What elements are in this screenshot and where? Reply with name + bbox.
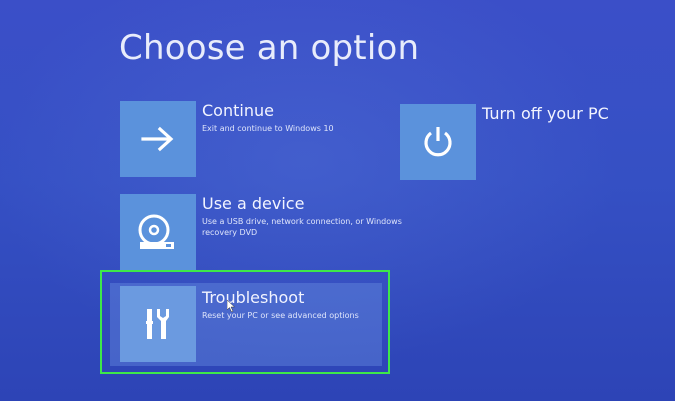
turn-off-pc-tile[interactable] — [400, 104, 476, 180]
disc-drive-icon — [138, 214, 174, 249]
continue-tile[interactable] — [120, 101, 196, 177]
continue-description: Exit and continue to Windows 10 — [202, 124, 334, 133]
mouse-cursor-icon — [227, 300, 235, 312]
use-a-device-option[interactable]: Use a device Use a USB drive, network co… — [120, 194, 402, 270]
troubleshoot-label: Troubleshoot — [202, 288, 305, 307]
continue-option[interactable]: Continue Exit and continue to Windows 10 — [120, 101, 360, 177]
troubleshoot-tile[interactable] — [120, 286, 196, 362]
use-a-device-description: Use a USB drive, network connection, or … — [202, 217, 402, 237]
power-icon — [424, 127, 452, 157]
tools-icon — [146, 309, 169, 339]
arrow-right-icon — [141, 126, 174, 152]
turn-off-pc-label: Turn off your PC — [482, 104, 609, 123]
troubleshoot-option[interactable]: Troubleshoot Reset your PC or see advanc… — [120, 283, 378, 362]
continue-label: Continue — [202, 101, 274, 120]
turn-off-pc-option[interactable]: Turn off your PC — [400, 104, 620, 180]
use-a-device-tile[interactable] — [120, 194, 196, 270]
use-a-device-label: Use a device — [202, 194, 305, 213]
page-title: Choose an option — [119, 28, 420, 68]
